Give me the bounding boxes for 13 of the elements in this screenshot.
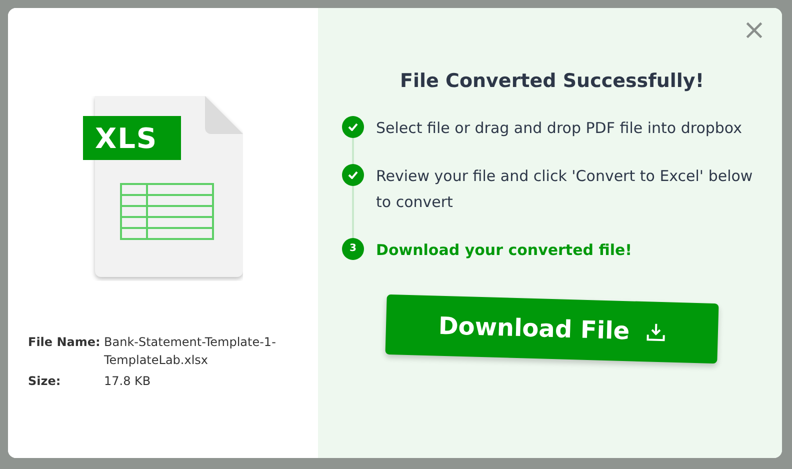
info-value: 17.8 KB <box>104 373 152 390</box>
file-type-label: XLS <box>95 121 158 157</box>
close-button[interactable]: × <box>738 14 770 46</box>
download-button[interactable]: Download File <box>385 294 719 364</box>
step-text: Select file or drag and drop PDF file into dropbox <box>376 118 742 139</box>
dialog-title: File Converted Successfully! <box>399 70 705 93</box>
info-label: File Name: <box>28 334 102 351</box>
step-number: 3 <box>342 238 364 260</box>
info-label: Size: <box>28 373 62 390</box>
step-text: Download your converted file! <box>376 240 632 261</box>
download-icon <box>645 321 666 342</box>
info-value: Bank-Statement-Template-1-TemplateLab.xlsx <box>104 334 277 369</box>
step-text: Review your file and click 'Convert to Excel' below to convert <box>376 166 754 213</box>
